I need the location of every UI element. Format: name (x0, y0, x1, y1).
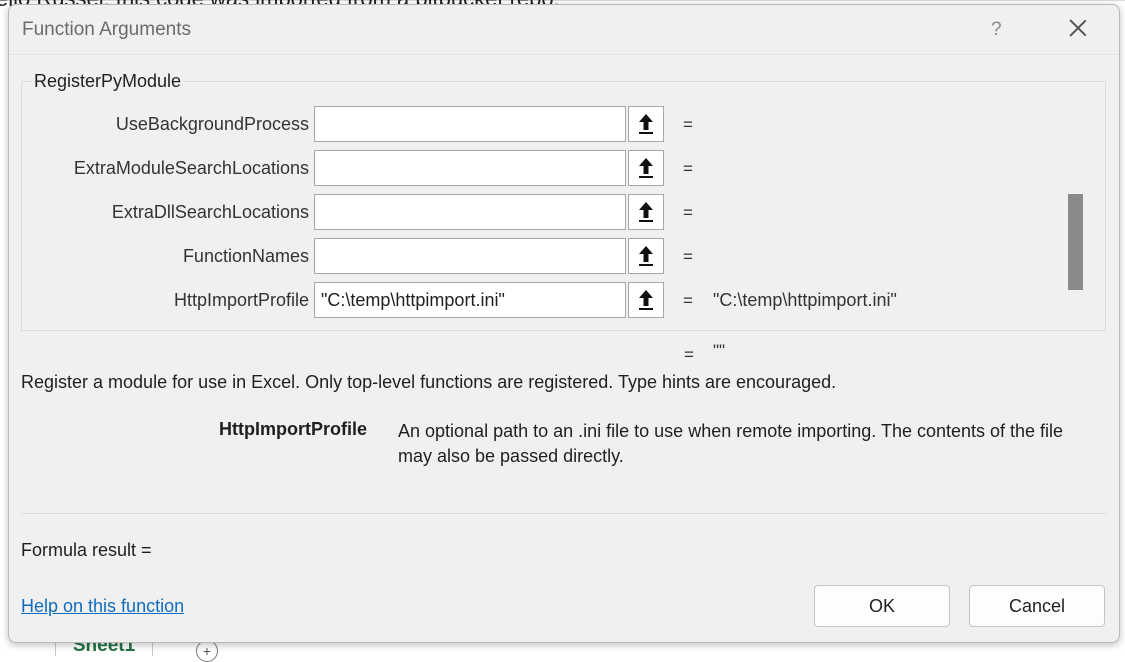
argument-label: ExtraModuleSearchLocations (73, 158, 309, 178)
argument-label: HttpImportProfile (173, 290, 309, 310)
help-on-function-link[interactable]: Help on this function (21, 596, 184, 617)
function-result-value: "" (713, 341, 726, 360)
equals-sign: = (683, 159, 693, 178)
collapse-dialog-arrow-icon (639, 246, 653, 266)
collapse-dialog-arrow-icon (639, 114, 653, 134)
help-icon[interactable]: ? (991, 19, 1002, 41)
collapse-dialog-button[interactable] (628, 282, 664, 318)
cancel-button[interactable]: Cancel (969, 585, 1105, 627)
function-result-equals: = (684, 345, 694, 364)
close-icon[interactable] (1067, 17, 1089, 39)
arguments-scrollbar[interactable] (1066, 107, 1086, 321)
argument-input[interactable] (314, 194, 626, 230)
collapse-dialog-arrow-icon (639, 202, 653, 222)
argument-row-extradllsearchlocations: ExtraDllSearchLocations = (21, 194, 1061, 232)
argument-result: "C:\temp\httpimport.ini" (713, 290, 897, 310)
ok-button[interactable]: OK (814, 585, 950, 627)
argument-input[interactable] (314, 150, 626, 186)
collapse-dialog-button[interactable] (628, 238, 664, 274)
formula-result-label: Formula result = (21, 540, 152, 560)
collapse-dialog-button[interactable] (628, 150, 664, 186)
divider (21, 513, 1107, 514)
collapse-dialog-arrow-icon (639, 290, 653, 310)
function-arguments-dialog: Function Arguments ? RegisterPyModule Us… (8, 4, 1120, 643)
argument-row-httpimportprofile: HttpImportProfile = "C:\temp\httpimport.… (21, 282, 1061, 320)
argument-input[interactable] (314, 106, 626, 142)
collapse-dialog-arrow-icon (639, 158, 653, 178)
add-sheet-icon[interactable]: + (196, 640, 218, 662)
argument-input[interactable] (314, 238, 626, 274)
equals-sign: = (683, 203, 693, 222)
argument-row-extramodulesearchlocations: ExtraModuleSearchLocations = (21, 150, 1061, 188)
argument-input[interactable] (314, 282, 626, 318)
argument-row-usebackgroundprocess: UseBackgroundProcess = (21, 106, 1061, 144)
function-description: Register a module for use in Excel. Only… (21, 372, 837, 392)
argument-label: UseBackgroundProcess (115, 114, 309, 134)
equals-sign: = (683, 291, 693, 310)
argument-label: FunctionNames (182, 246, 309, 266)
argument-row-functionnames: FunctionNames = (21, 238, 1061, 276)
collapse-dialog-button[interactable] (628, 106, 664, 142)
parameter-description: An optional path to an .ini file to use … (398, 421, 1064, 466)
equals-sign: = (683, 115, 693, 134)
scrollbar-thumb[interactable] (1068, 194, 1083, 290)
dialog-title: Function Arguments (22, 19, 191, 40)
argument-label: ExtraDllSearchLocations (111, 202, 309, 222)
equals-sign: = (683, 247, 693, 266)
title-divider (9, 54, 1119, 55)
collapse-dialog-button[interactable] (628, 194, 664, 230)
parameter-name: HttpImportProfile (219, 419, 367, 439)
function-name-label: RegisterPyModule (32, 71, 184, 92)
